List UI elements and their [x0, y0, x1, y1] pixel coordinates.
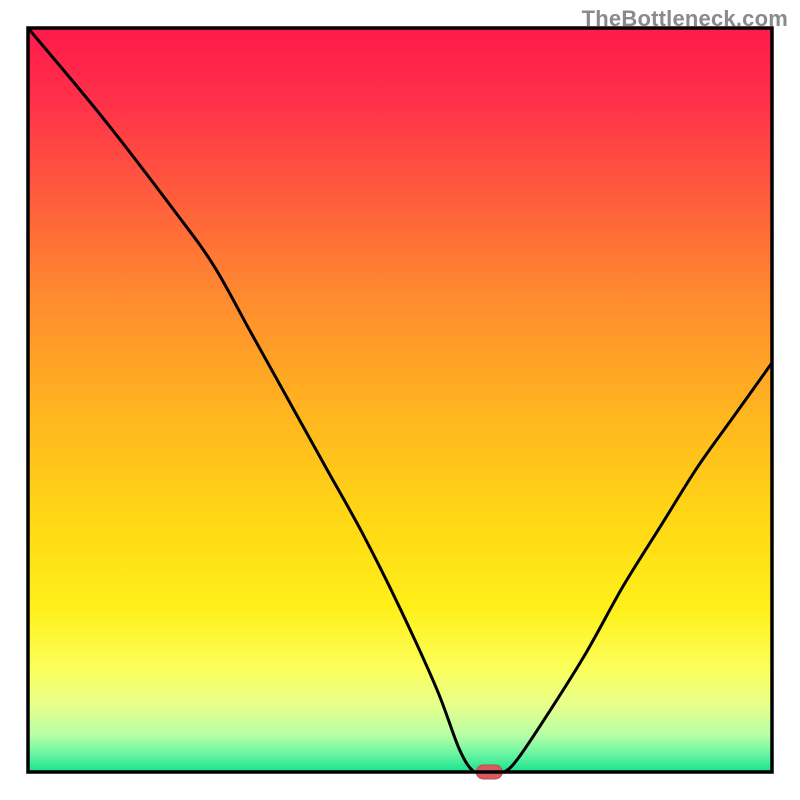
plot-background: [28, 28, 772, 772]
chart-stage: TheBottleneck.com: [0, 0, 800, 800]
watermark-text: TheBottleneck.com: [582, 6, 788, 32]
bottleneck-chart: [0, 0, 800, 800]
